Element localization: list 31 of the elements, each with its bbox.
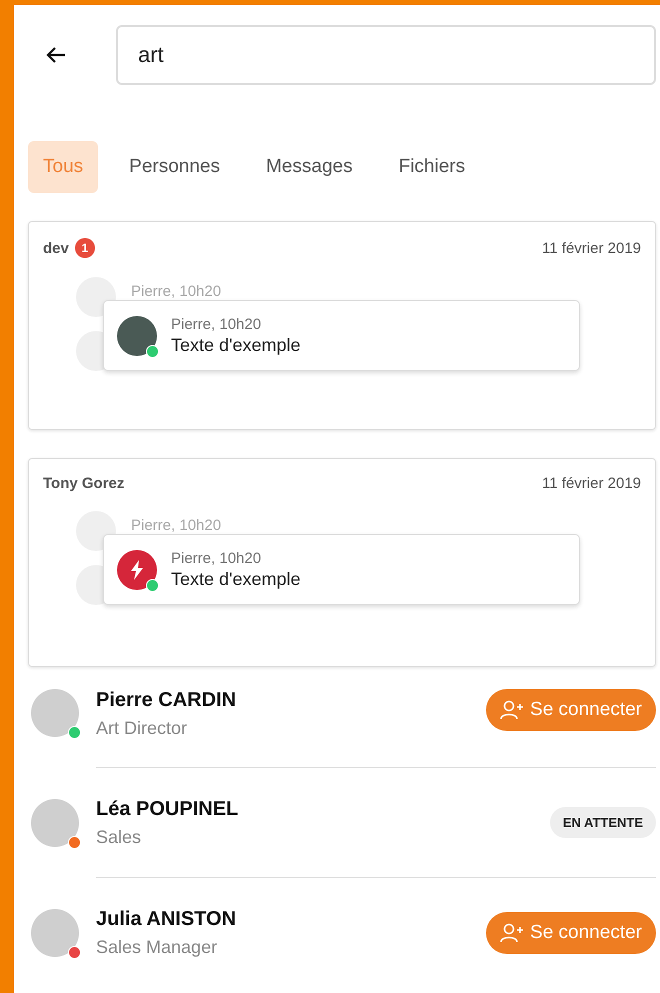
avatar-photo-placeholder: [31, 798, 79, 846]
person-role: Art Director: [96, 718, 188, 739]
unread-badge: 1: [74, 238, 95, 258]
lightning-avatar-icon: [117, 550, 157, 590]
faded-message-meta: Pierre, 10h20: [131, 283, 222, 300]
filter-tab[interactable]: Messages: [250, 141, 368, 193]
message-meta: Pierre, 10h20: [171, 550, 262, 566]
person-name: Léa POUPINEL: [96, 798, 240, 820]
conversation-date: 11 février 2019: [542, 240, 641, 256]
filter-tab[interactable]: Personnes: [114, 141, 235, 193]
faded-message-meta: Pierre, 10h20: [131, 517, 222, 534]
conversation-card[interactable]: Tony Gorez 11 février 2019 Pierre, 10h20 Pierre, 10h20 Texte d'exemple: [28, 458, 656, 667]
person-role: Sales: [96, 826, 142, 848]
message-meta: Pierre, 10h20: [171, 316, 262, 332]
avatar-photo-placeholder: [31, 908, 79, 956]
add-user-icon: [500, 700, 524, 720]
person-name: Pierre CARDIN: [96, 689, 238, 712]
add-user-icon: [500, 922, 524, 942]
message-text: Texte d'exemple: [171, 334, 301, 356]
conversation-date: 11 février 2019: [542, 475, 641, 492]
conversation-card[interactable]: dev 1 11 février 2019 Pierre, 10h20 Pierre, 10h20 Texte d'exemple: [28, 221, 656, 430]
avatar-photo-placeholder: [31, 689, 79, 737]
filter-tab[interactable]: Fichiers: [384, 141, 480, 193]
conversation-title: dev: [43, 240, 69, 256]
conversation-title: Tony Gorez: [43, 475, 124, 492]
person-role: Sales Manager: [96, 936, 218, 958]
avatar-photo-placeholder: [117, 316, 157, 356]
message-text: Texte d'exemple: [171, 568, 301, 590]
search-field[interactable]: art: [116, 25, 656, 85]
pending-status: EN ATTENTE: [550, 807, 656, 838]
person-name: Julia ANISTON: [96, 908, 238, 930]
